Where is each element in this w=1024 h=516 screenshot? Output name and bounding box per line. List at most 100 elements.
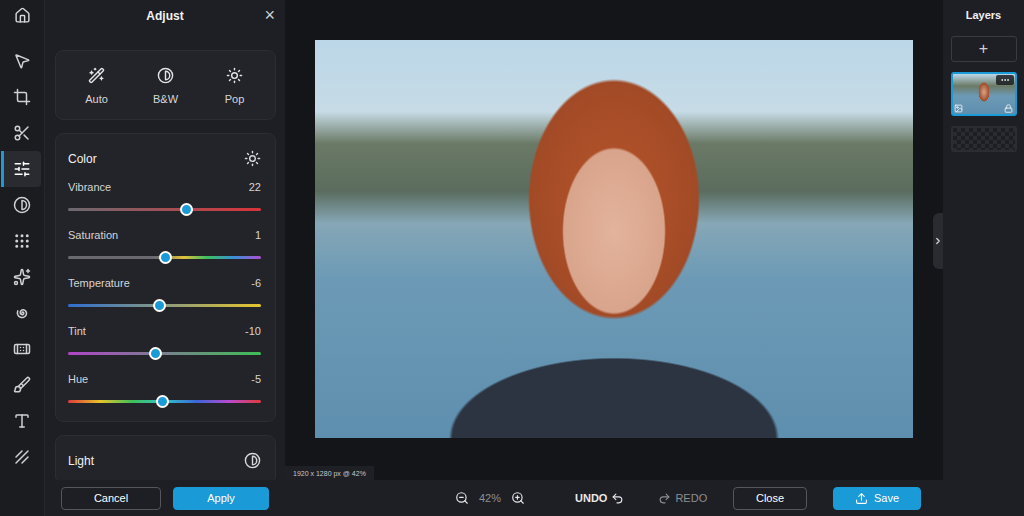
collapse-handle[interactable] [933,213,943,269]
preset-button[interactable]: Pop [207,67,263,105]
slider-track[interactable] [68,304,261,307]
lock-icon [1004,104,1013,113]
slider-row: Temperature -6 [68,277,261,311]
filter-icon [13,232,31,250]
slider-thumb[interactable] [156,395,169,408]
add-layer-button[interactable]: + [951,36,1017,62]
image-info: 1920 x 1280 px @ 42% [285,466,374,480]
redo-icon [658,492,671,505]
image-icon [954,104,963,113]
text-icon [13,412,31,430]
zoom-in-button[interactable] [511,491,525,505]
photo[interactable] [315,40,913,438]
tool-button[interactable] [1,439,41,475]
slider-value: -6 [251,277,261,290]
redo-button[interactable]: REDO [658,492,707,505]
slider-track[interactable] [68,400,261,403]
layers-title: Layers [966,9,1001,21]
photo-editor: Adjust× Auto B&W Pop Color Vibrance 22 Saturati… [0,0,1024,516]
brush-icon [13,376,31,394]
sparkles-icon [13,268,31,286]
slider-value: 1 [255,229,261,242]
preset-button[interactable]: Auto [69,67,125,105]
slider-value: -5 [251,373,261,386]
contrast-icon [157,67,174,84]
zoom-out-icon [455,491,469,505]
crop-icon [13,88,31,106]
sliders-icon [13,160,31,178]
adjust-panel: Adjust× Auto B&W Pop Color Vibrance 22 Saturati… [45,0,285,516]
home-button[interactable] [0,0,44,30]
slider-track[interactable] [68,208,261,211]
slider-label: Temperature [68,277,130,290]
scissors-icon [13,124,31,142]
preset-card: Auto B&W Pop [55,50,276,120]
layers-panel: Layers + [943,0,1024,516]
slider-row: Saturation1 [68,229,261,263]
slider-track[interactable] [68,256,261,259]
slider-label: Tint [68,325,86,338]
layer-item[interactable] [951,126,1017,152]
slider-thumb[interactable] [180,203,193,216]
tool-button[interactable] [1,187,41,223]
arrange-icon [13,52,31,70]
slider-label: Hue [68,373,88,386]
chevron-right-icon [933,236,943,246]
slider-label: Vibrance [68,181,111,194]
close-button[interactable]: × [264,5,275,25]
save-icon [855,492,868,505]
slider-value: -10 [245,325,261,338]
slider-thumb[interactable] [149,347,162,360]
tool-button[interactable] [1,223,41,259]
save-button[interactable]: Save [833,487,921,510]
tool-rail [0,0,45,516]
slider-row: Vibrance 22 [68,181,261,215]
apply-button[interactable]: Apply [173,487,269,510]
section-header[interactable]: Light [56,436,275,480]
preset-button[interactable]: B&W [138,67,194,105]
cancel-button[interactable]: Cancel [61,487,161,510]
reset-icon[interactable] [244,150,261,167]
panel-footer: Cancel Apply [45,480,285,516]
slider-track[interactable] [68,352,261,355]
tool-button[interactable] [1,331,41,367]
section-title: Color [68,152,97,166]
bandage-icon [13,340,31,358]
panel-header: Adjust× [45,0,285,32]
slider-row: Hue -5 [68,373,261,407]
slider-thumb[interactable] [159,251,172,264]
undo-button[interactable]: UNDO [575,492,624,505]
tool-button[interactable] [1,151,41,187]
bottom-toolbar: 42% UNDO REDO Close Save [285,480,943,516]
close-button[interactable]: Close [733,487,807,510]
tool-button[interactable] [1,259,41,295]
workspace: 1920 x 1280 px @ 42% 42% UNDO REDO Close Save [285,0,943,516]
tool-button[interactable] [1,295,41,331]
home-icon [14,7,31,24]
tool-button[interactable] [1,367,41,403]
zoom-out-button[interactable] [455,491,469,505]
wand-icon [88,67,105,84]
undo-icon [611,492,624,505]
layer-menu[interactable] [996,75,1014,85]
more-icon [1000,75,1010,85]
slider-thumb[interactable] [153,299,166,312]
contrast-icon [13,196,31,214]
slider-row: Tint -10 [68,325,261,359]
tool-button[interactable] [1,403,41,439]
tool-button[interactable] [1,43,41,79]
light-card: Light [55,435,276,480]
tool-button[interactable] [1,115,41,151]
canvas-area: 1920 x 1280 px @ 42% [285,0,943,480]
spiral-icon [13,304,31,322]
tool-button[interactable] [1,79,41,115]
color-card: ColorVibrance22Saturation1Temperature-6T… [55,133,276,422]
slider-value: 22 [249,181,261,194]
zoom-level: 42% [479,492,501,504]
section-header[interactable]: Color [56,134,275,181]
layer-item[interactable] [951,72,1017,116]
pop-icon [226,67,243,84]
panel-body: Auto B&W Pop Color Vibrance 22 Saturation1 Temp… [45,32,285,480]
contrast-icon [244,452,261,469]
zoom-in-icon [511,491,525,505]
